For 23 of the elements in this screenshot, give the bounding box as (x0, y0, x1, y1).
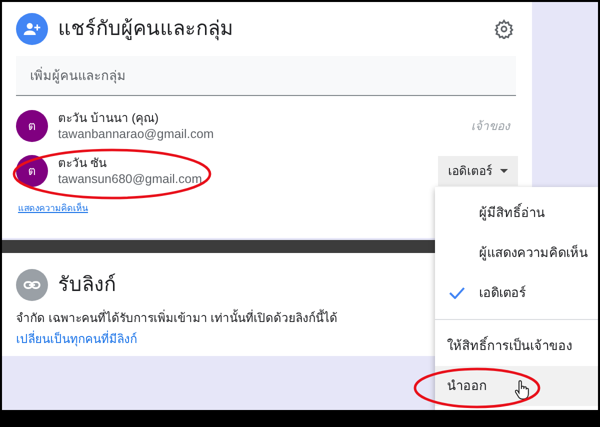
add-people-field[interactable]: เพิ่มผู้คนและกลุ่ม (16, 56, 516, 96)
section-title: รับลิงก์ (58, 272, 116, 298)
person-name: ตะวัน ซัน (58, 155, 106, 171)
link-icon (16, 269, 48, 301)
hand-cursor-icon (515, 380, 529, 400)
person-name: ตะวัน บ้านนา (คุณ) (58, 110, 159, 126)
caret-icon (500, 169, 508, 173)
person-email: tawanbannarao@gmail.com (58, 126, 214, 142)
menu-item[interactable]: ให้สิทธิ์การเป็นเจ้าของ (435, 326, 598, 366)
avatar: ต (16, 110, 48, 142)
menu-item[interactable]: เอดิเตอร์ (435, 273, 598, 313)
add-person-icon (16, 13, 48, 45)
role-dropdown[interactable]: เอดิเตอร์ (438, 156, 518, 186)
settings-icon[interactable] (494, 19, 514, 39)
comments-link[interactable]: แสดงความคิดเห็น (18, 202, 88, 216)
role-label: เจ้าของ (471, 118, 510, 135)
menu-item[interactable]: นำออก (435, 366, 598, 406)
change-link[interactable]: เปลี่ยนเป็นทุกคนที่มีลิงก์ (16, 330, 137, 348)
menu-item[interactable]: ผู้มีสิทธิ์อ่าน (435, 193, 598, 233)
link-description: จำกัด เฉพาะคนที่ได้รับการเพิ่มเข้ามา เท่านั้นที่เปิดด้วยลิงก์นี้ได้ (16, 309, 338, 327)
menu-item[interactable]: ผู้แสดงความคิดเห็น (435, 233, 598, 273)
dialog-title: แชร์กับผู้คนและกลุ่ม (58, 16, 233, 42)
person-email: tawansun680@gmail.com (58, 171, 202, 187)
